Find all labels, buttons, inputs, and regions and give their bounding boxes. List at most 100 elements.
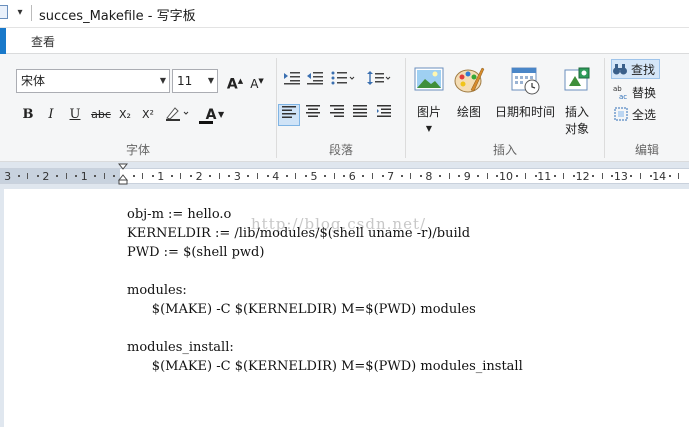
font-group-label: 字体	[125, 143, 150, 157]
ruler-tick	[285, 175, 288, 177]
chevron-down-icon: ▼	[207, 76, 214, 85]
line-spacing-button[interactable]	[365, 70, 393, 92]
ruler-tick	[142, 173, 144, 179]
replace-button[interactable]: ab ac 替换	[613, 82, 656, 102]
ruler-tick	[563, 173, 565, 179]
increase-indent-icon	[307, 72, 323, 85]
align-right-button[interactable]	[326, 104, 348, 126]
font-group: 宋体 ▼ 11 ▼ A▲ A▼ B I U abc X₂ X² A ▼ 字体	[0, 54, 276, 162]
font-family-value: 宋体	[21, 74, 46, 88]
highlight-color-button[interactable]	[162, 104, 192, 126]
ruler[interactable]: 3 2 1 1 2 3 4 5 6 7 8 9 10 11 12 13 14	[0, 163, 689, 185]
ruler-tick	[257, 173, 259, 179]
window-title: succes_Makefile - 写字板	[39, 9, 196, 24]
ruler-tick	[151, 175, 154, 177]
bullet-list-button[interactable]	[329, 70, 357, 92]
wordpad-app-icon[interactable]	[0, 5, 8, 19]
ruler-label: 9	[463, 170, 471, 183]
ruler-label: 11	[537, 170, 552, 183]
ruler-tick	[362, 175, 365, 177]
ruler-tick	[668, 175, 671, 177]
line-spacing-icon	[367, 71, 391, 85]
underline-button[interactable]: U	[64, 104, 86, 126]
ruler-tick	[515, 175, 518, 177]
highlighter-icon	[166, 107, 189, 121]
ruler-tick	[333, 173, 335, 179]
ruler-label: 2	[42, 170, 50, 183]
ruler-tick	[381, 175, 384, 177]
superscript-button[interactable]: X²	[137, 104, 159, 126]
ruler-label: 7	[387, 170, 395, 183]
increase-indent-button[interactable]	[304, 70, 326, 92]
quick-access-dropdown-icon[interactable]: ▾	[14, 6, 26, 20]
ruler-tick	[601, 173, 603, 179]
insert-datetime-button[interactable]: 日期和时间	[492, 64, 558, 120]
edit-group: 查找 ab ac 替换 全选 编辑	[605, 54, 689, 162]
ruler-tick	[94, 175, 97, 177]
ruler-tick	[371, 173, 373, 179]
select-all-label: 全选	[632, 107, 657, 122]
ruler-tick	[55, 175, 58, 177]
ruler-label: 5	[310, 170, 318, 183]
ruler-tick	[324, 175, 327, 177]
ruler-label: 1	[80, 170, 88, 183]
indent-marker-icon[interactable]	[118, 163, 128, 185]
document-page[interactable]: http://blog.csdn.net/ obj-m := hello.o KE…	[4, 189, 689, 427]
select-all-icon	[613, 106, 629, 122]
ribbon-panel: 宋体 ▼ 11 ▼ A▲ A▼ B I U abc X₂ X² A ▼ 字体 段…	[0, 54, 689, 162]
ruler-tick	[553, 175, 556, 177]
text-color-swatch	[199, 121, 213, 124]
ruler-tick	[75, 175, 78, 177]
ruler-label: 6	[348, 170, 356, 183]
align-center-button[interactable]	[302, 104, 324, 126]
align-left-button[interactable]	[278, 104, 300, 126]
find-button[interactable]: 查找	[611, 59, 661, 79]
grow-font-label: A	[226, 76, 238, 93]
font-family-select[interactable]: 宋体 ▼	[16, 69, 170, 93]
chevron-down-icon: ▼	[218, 110, 225, 119]
ruler-tick	[477, 175, 480, 177]
font-size-select[interactable]: 11 ▼	[172, 69, 218, 93]
ruler-label: 13	[613, 170, 628, 183]
ruler-tick	[209, 175, 212, 177]
insert-object-label-line1: 插入	[564, 105, 589, 119]
ruler-tick	[400, 175, 403, 177]
insert-object-button[interactable]: 插入 对象	[550, 64, 604, 137]
binoculars-icon	[612, 61, 628, 77]
align-center-icon	[306, 105, 320, 117]
decrease-indent-icon	[284, 72, 300, 85]
ruler-label: 1	[157, 170, 165, 183]
title-separator	[31, 5, 32, 21]
ruler-tick	[304, 175, 307, 177]
paragraph-settings-button[interactable]	[373, 104, 395, 126]
strikethrough-button[interactable]: abc	[88, 104, 114, 126]
ruler-tick	[295, 173, 297, 179]
picture-icon	[414, 67, 444, 91]
decrease-indent-button[interactable]	[281, 70, 303, 92]
grow-font-button[interactable]: A▲	[224, 70, 246, 93]
tab-view[interactable]: 查看	[31, 33, 55, 50]
svg-text:ac: ac	[619, 93, 627, 100]
ruler-tick	[496, 175, 499, 177]
shrink-font-button[interactable]: A▼	[246, 70, 268, 92]
ruler-tick	[103, 173, 105, 179]
italic-button[interactable]: I	[40, 104, 62, 126]
replace-icon: ab ac	[613, 84, 629, 101]
text-color-button[interactable]: A ▼	[196, 104, 226, 126]
ruler-tick	[448, 173, 450, 179]
insert-datetime-label: 日期和时间	[494, 105, 555, 119]
calendar-clock-icon	[511, 67, 540, 95]
ruler-tick	[228, 175, 231, 177]
document-line: PWD := $(shell pwd)	[127, 245, 265, 260]
paint-palette-icon	[454, 67, 485, 93]
ruler-tick	[678, 173, 680, 179]
subscript-button[interactable]: X₂	[114, 104, 136, 126]
paint-drawing-button[interactable]: 绘图	[442, 64, 496, 120]
ruler-tick	[410, 173, 412, 179]
justify-button[interactable]	[349, 104, 371, 126]
paragraph-icon	[377, 105, 391, 117]
ruler-tick	[592, 175, 595, 177]
tab-file[interactable]	[0, 28, 6, 55]
select-all-button[interactable]: 全选	[613, 104, 656, 124]
bold-button[interactable]: B	[17, 104, 39, 126]
